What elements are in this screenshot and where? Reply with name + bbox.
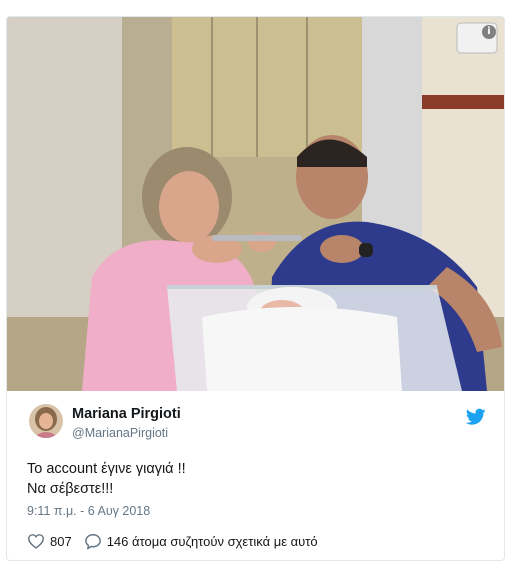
tweet-text: Το account έγινε γιαγιά !! Να σέβεστε!!! [27, 461, 186, 497]
tweet-timestamp[interactable]: 9:11 π.μ. - 6 Αυγ 2018 [27, 504, 150, 518]
avatar-image [29, 404, 63, 438]
info-icon[interactable]: i [482, 25, 496, 39]
heart-icon[interactable] [27, 533, 45, 549]
tweet-actions: 807 146 άτομα συζητούν σχετικά με αυτό [27, 531, 318, 551]
replies-label: 146 άτομα συζητούν σχετικά με αυτό [106, 533, 318, 549]
reply-action[interactable]: 146 άτομα συζητούν σχετικά με αυτό [84, 533, 318, 550]
user-handle[interactable]: @MarianaPirgioti [72, 426, 168, 440]
like-count: 807 [50, 533, 72, 549]
display-name[interactable]: Mariana Pirgioti [72, 406, 181, 422]
tweet-header: Mariana Pirgioti @MarianaPirgioti [7, 402, 504, 446]
tweet-photo[interactable]: i [7, 17, 504, 391]
avatar[interactable] [29, 404, 63, 438]
like-action[interactable]: 807 [27, 533, 72, 549]
twitter-bird-icon[interactable] [465, 408, 486, 426]
tweet-card[interactable]: i Mariana Pirgioti @MarianaPirgioti Το a… [6, 16, 505, 561]
speech-bubble-icon[interactable] [84, 533, 102, 550]
photo-illustration [7, 17, 504, 391]
